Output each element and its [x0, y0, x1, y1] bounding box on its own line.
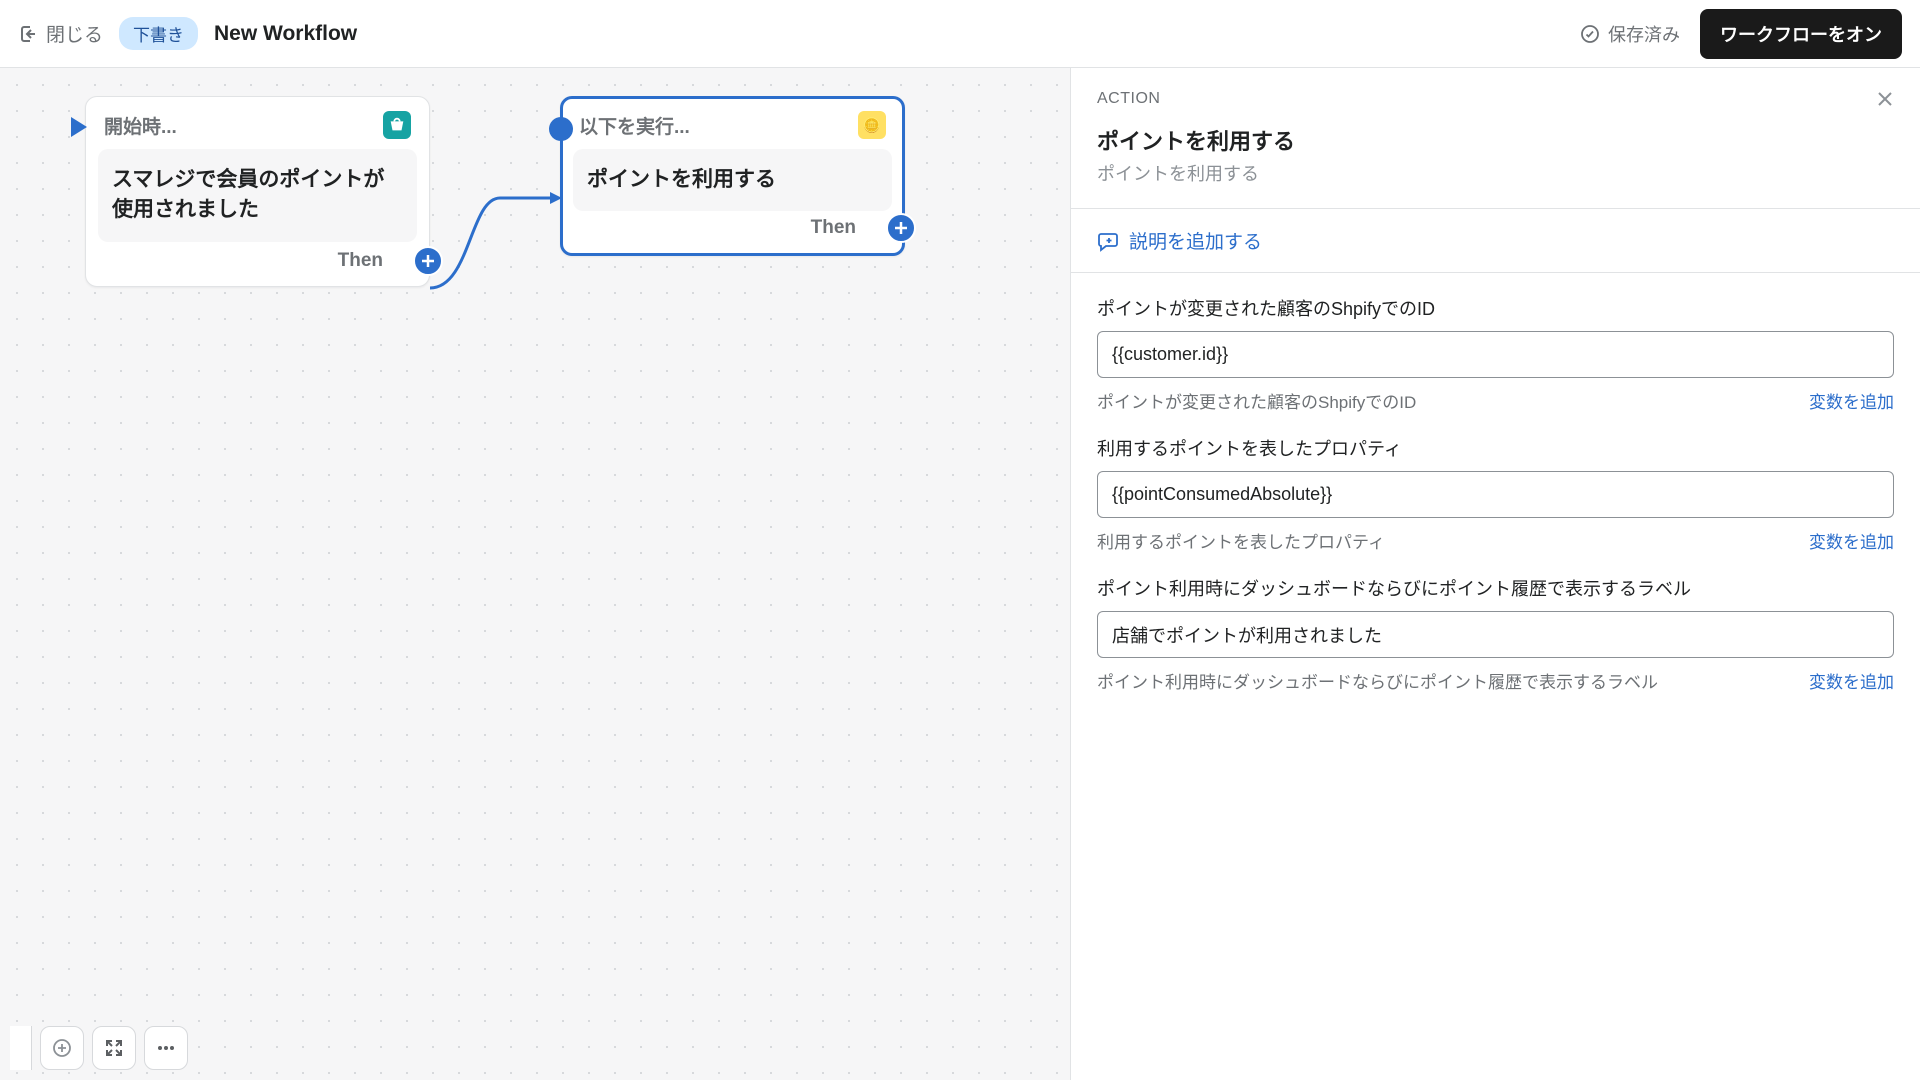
panel-title: ポイントを利用する: [1097, 124, 1894, 156]
points-app-icon: 🪙: [858, 111, 886, 139]
field-hint: ポイントが変更された顧客のShpifyでのID: [1097, 388, 1416, 413]
trigger-play-icon: [68, 115, 90, 144]
field-hint: 利用するポイントを表したプロパティ: [1097, 528, 1385, 553]
action-then-label: Then: [811, 217, 856, 239]
zoom-handle[interactable]: [10, 1026, 32, 1070]
field-label: ポイントが変更された顧客のShpifyでのID: [1097, 295, 1894, 321]
field-input-points-property[interactable]: [1097, 471, 1894, 518]
panel-subtitle: ポイントを利用する: [1097, 160, 1894, 186]
field-customer-id: ポイントが変更された顧客のShpifyでのID ポイントが変更された顧客のShp…: [1071, 273, 1920, 413]
field-hint-row: 利用するポイントを表したプロパティ 変数を追加: [1097, 528, 1894, 553]
add-description-row[interactable]: 説明を追加する: [1071, 209, 1920, 273]
more-button[interactable]: [144, 1026, 188, 1070]
topbar-left: 閉じる 下書き New Workflow: [18, 17, 357, 50]
add-variable-link[interactable]: 変数を追加: [1809, 388, 1894, 413]
fit-view-icon: [104, 1038, 124, 1058]
field-label-text: ポイント利用時にダッシュボードならびにポイント履歴で表示するラベル ポイント利用…: [1071, 553, 1920, 693]
close-icon: [1876, 90, 1894, 108]
add-variable-link[interactable]: 変数を追加: [1809, 668, 1894, 693]
add-variable-link[interactable]: 変数を追加: [1809, 528, 1894, 553]
trigger-card[interactable]: 開始時... スマレジで会員のポイントが使用されました Then: [85, 96, 430, 287]
action-card-body: ポイントを利用する: [573, 149, 892, 211]
field-hint-row: ポイントが変更された顧客のShpifyでのID 変数を追加: [1097, 388, 1894, 413]
action-card-header: 以下を実行... 🪙: [573, 111, 892, 149]
more-horizontal-icon: [156, 1038, 176, 1058]
action-panel: ACTION ポイントを利用する ポイントを利用する 説明を追加する ポイントが…: [1070, 68, 1920, 1080]
action-dot-icon: [549, 117, 573, 141]
action-header-label: 以下を実行...: [579, 112, 690, 139]
fit-view-button[interactable]: [92, 1026, 136, 1070]
field-hint: ポイント利用時にダッシュボードならびにポイント履歴で表示するラベル: [1097, 668, 1658, 693]
saved-label: 保存済み: [1608, 21, 1680, 47]
trigger-then-label: Then: [338, 250, 383, 272]
field-hint-row: ポイント利用時にダッシュボードならびにポイント履歴で表示するラベル 変数を追加: [1097, 668, 1894, 693]
canvas-toolbar: [0, 1016, 198, 1080]
workspace: 開始時... スマレジで会員のポイントが使用されました Then 以下を実行..…: [0, 68, 1920, 1080]
add-description-link[interactable]: 説明を追加する: [1129, 227, 1262, 254]
smaregi-app-icon: [383, 111, 411, 139]
workflow-title[interactable]: New Workflow: [214, 22, 357, 46]
action-card[interactable]: 以下を実行... 🪙 ポイントを利用する Then: [560, 96, 905, 256]
exit-icon: [18, 24, 38, 44]
canvas[interactable]: 開始時... スマレジで会員のポイントが使用されました Then 以下を実行..…: [0, 68, 1070, 1080]
topbar-right: 保存済み ワークフローをオン: [1580, 9, 1902, 59]
panel-title-block: ポイントを利用する ポイントを利用する: [1071, 114, 1920, 209]
panel-close-button[interactable]: [1876, 90, 1894, 114]
panel-top: ACTION: [1071, 68, 1920, 114]
check-circle-icon: [1580, 24, 1600, 44]
chat-icon: [1097, 230, 1119, 252]
connector-line: [430, 108, 570, 328]
action-add-step-button[interactable]: [886, 213, 916, 243]
panel-type-label: ACTION: [1097, 90, 1160, 108]
close-button[interactable]: 閉じる: [18, 20, 103, 47]
turn-on-workflow-button[interactable]: ワークフローをオン: [1700, 9, 1902, 59]
draft-badge: 下書き: [119, 17, 198, 50]
plus-icon: [893, 220, 909, 236]
field-points-property: 利用するポイントを表したプロパティ 利用するポイントを表したプロパティ 変数を追…: [1071, 413, 1920, 553]
trigger-card-body: スマレジで会員のポイントが使用されました: [98, 149, 417, 242]
zoom-circle-plus-icon: [52, 1038, 72, 1058]
close-label: 閉じる: [46, 20, 103, 47]
trigger-add-step-button[interactable]: [413, 246, 443, 276]
field-input-customer-id[interactable]: [1097, 331, 1894, 378]
field-label: 利用するポイントを表したプロパティ: [1097, 435, 1894, 461]
field-input-label-text[interactable]: [1097, 611, 1894, 658]
field-label: ポイント利用時にダッシュボードならびにポイント履歴で表示するラベル: [1097, 575, 1894, 601]
trigger-card-header: 開始時...: [98, 111, 417, 149]
saved-status: 保存済み: [1580, 21, 1680, 47]
topbar: 閉じる 下書き New Workflow 保存済み ワークフローをオン: [0, 0, 1920, 68]
trigger-header-label: 開始時...: [104, 112, 177, 139]
plus-icon: [420, 253, 436, 269]
zoom-in-button[interactable]: [40, 1026, 84, 1070]
